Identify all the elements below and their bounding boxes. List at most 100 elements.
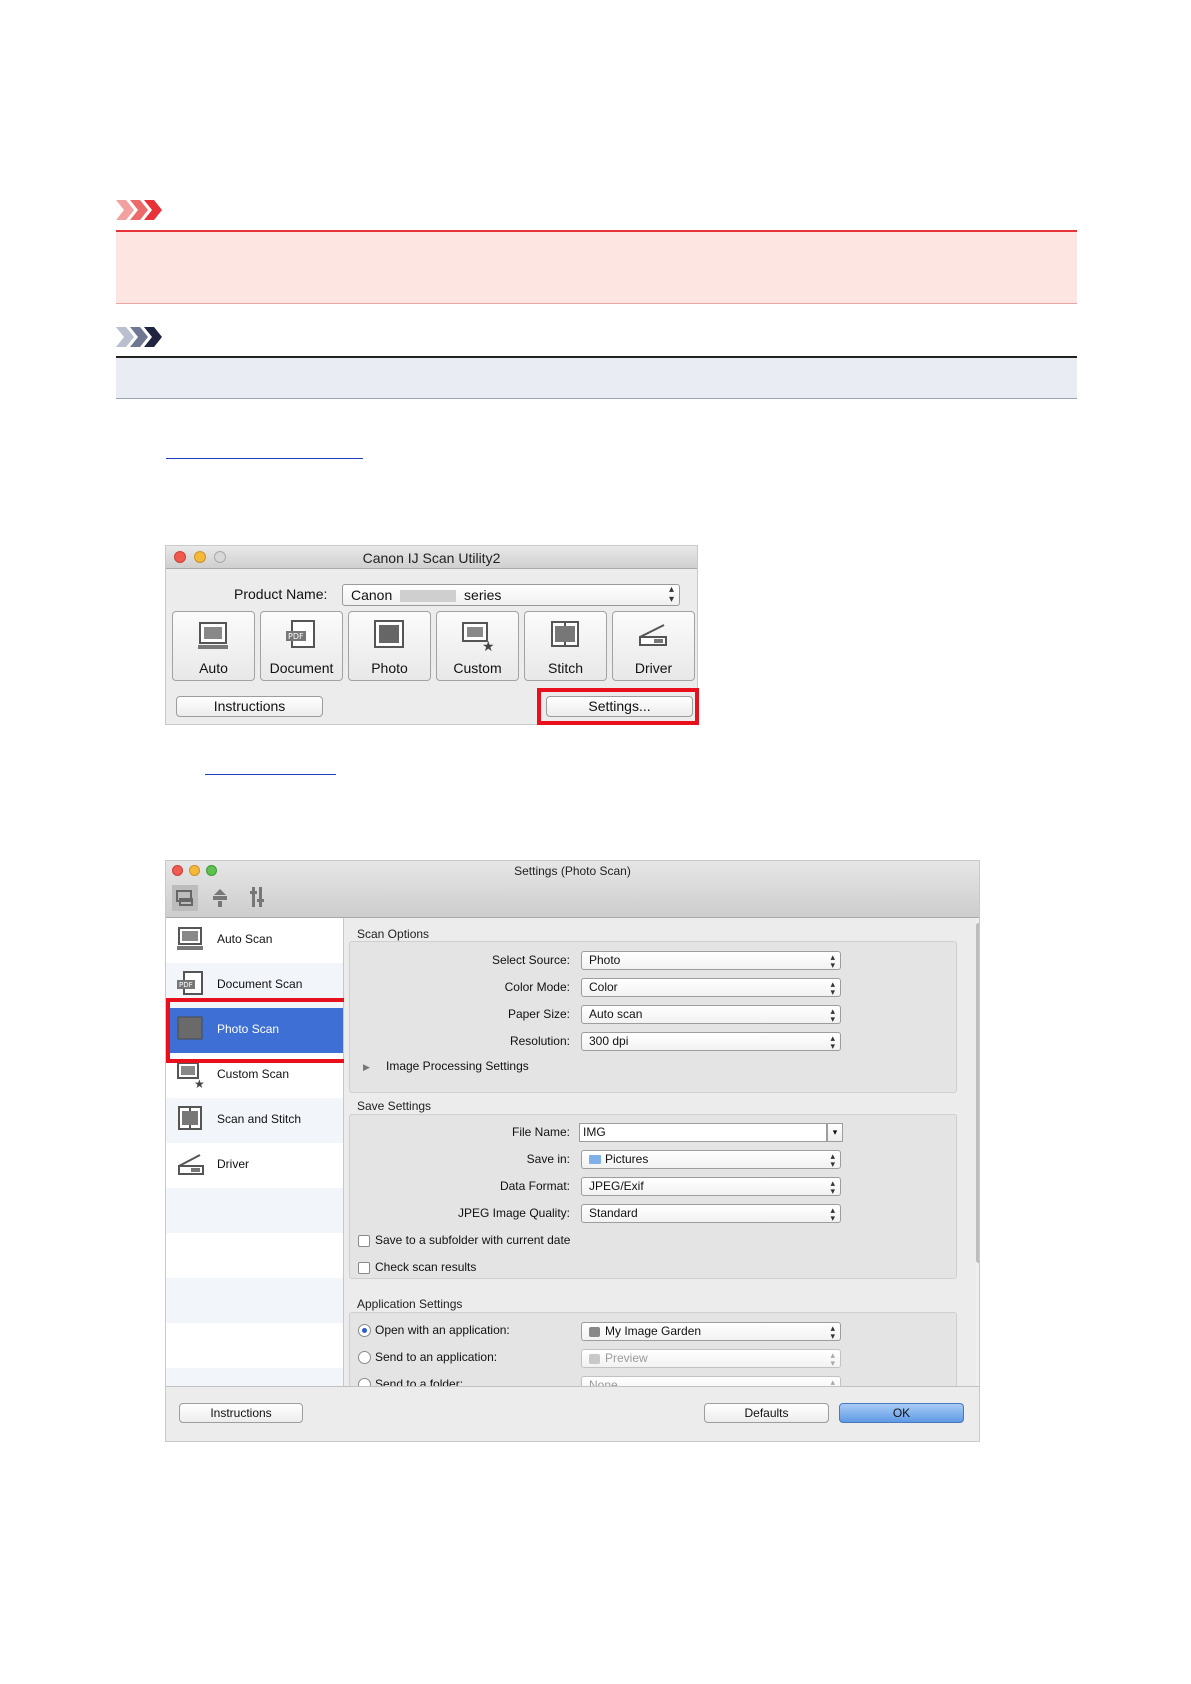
sidebar-label: Scan and Stitch — [217, 1112, 302, 1126]
settings-footer: Instructions Defaults OK — [166, 1386, 979, 1441]
sidebar-item-scan-and-stitch[interactable]: Scan and Stitch — [166, 1098, 343, 1143]
sidebar-label: Auto Scan — [217, 932, 273, 946]
auto-scan-icon — [177, 927, 203, 950]
stitch-button[interactable]: Stitch — [524, 611, 607, 681]
open-with-app-select[interactable]: My Image Garden ▴ ▾ — [581, 1322, 841, 1341]
document-button[interactable]: PDF Document — [260, 611, 343, 681]
stitch-label: Stitch — [547, 660, 583, 676]
svg-text:★: ★ — [194, 1077, 205, 1089]
send-to-folder-radio[interactable] — [358, 1378, 371, 1386]
auto-button[interactable]: Auto — [172, 611, 255, 681]
color-mode-label: Color Mode: — [504, 980, 570, 994]
save-in-select[interactable]: Pictures ▴ ▾ — [581, 1150, 841, 1169]
subfolder-checkbox[interactable] — [358, 1235, 370, 1247]
send-to-folder-select[interactable]: None ▴▾ — [581, 1376, 841, 1386]
popup-arrows-icon: ▴▾ — [830, 1350, 835, 1368]
app-icon — [589, 1353, 600, 1364]
window-title: Canon IJ Scan Utility2 — [362, 550, 501, 566]
general-settings-tab-icon[interactable] — [250, 885, 266, 909]
defaults-button[interactable]: Defaults — [704, 1403, 829, 1423]
resolution-value: 300 dpi — [589, 1034, 629, 1048]
product-value-prefix: Canon — [351, 587, 393, 603]
jpeg-quality-select[interactable]: Standard ▴ ▾ — [581, 1204, 841, 1223]
file-name-dropdown[interactable]: ▾ — [827, 1123, 843, 1142]
application-settings-title: Application Settings — [357, 1297, 463, 1311]
stitch-scan-icon — [551, 621, 579, 647]
disclosure-triangle-icon[interactable]: ▶ — [363, 1062, 370, 1073]
save-in-label: Save in: — [526, 1152, 570, 1166]
scan-from-panel-tab-icon[interactable] — [210, 885, 230, 909]
instructions-button[interactable]: Instructions — [179, 1403, 303, 1423]
popup-arrows-icon: ▴▾ — [830, 1006, 835, 1024]
ok-button[interactable]: OK — [839, 1403, 964, 1423]
select-source-label: Select Source: — [491, 953, 570, 967]
data-format-select[interactable]: JPEG/Exif ▴ ▾ — [581, 1177, 841, 1196]
popup-arrows-icon: ▴▾ — [668, 584, 674, 605]
select-source-select[interactable]: Photo ▴ ▾ — [581, 951, 841, 970]
driver-icon — [178, 1154, 204, 1175]
settings-scrollbar[interactable] — [976, 918, 979, 1386]
product-model-redacted — [400, 590, 457, 603]
custom-scan-icon: ★ — [462, 622, 495, 653]
popup-arrows-icon: ▴▾ — [830, 1323, 835, 1341]
save-settings-title: Save Settings — [357, 1099, 432, 1113]
scan-type-sidebar: Auto Scan PDF Document Scan Photo Scan ★… — [166, 918, 344, 1413]
driver-icon — [639, 624, 667, 646]
link-underline[interactable] — [166, 458, 363, 459]
photo-label: Photo — [371, 660, 408, 676]
custom-button[interactable]: ★ Custom — [436, 611, 519, 681]
settings-highlight — [537, 688, 699, 725]
sidebar-empty-row — [166, 1188, 343, 1233]
data-format-value: JPEG/Exif — [589, 1179, 644, 1193]
file-name-label: File Name: — [511, 1125, 570, 1139]
scrollbar-thumb[interactable] — [976, 923, 979, 1263]
send-to-folder-label: Send to a folder: — [375, 1377, 464, 1386]
photo-scan-highlight — [166, 998, 356, 1063]
product-name-select[interactable]: Canon series ▴ ▾ — [342, 584, 680, 606]
sidebar-empty-row — [166, 1278, 343, 1323]
settings-window: Settings (Photo Scan) Auto Scan PDF Docu… — [165, 860, 980, 1442]
resolution-select[interactable]: 300 dpi ▴ ▾ — [581, 1032, 841, 1051]
popup-arrows-icon: ▴▾ — [830, 1151, 835, 1169]
paper-size-label: Paper Size: — [507, 1007, 570, 1021]
check-results-label: Check scan results — [375, 1260, 477, 1274]
document-scan-icon: PDF — [286, 620, 315, 648]
custom-scan-icon: ★ — [177, 1062, 205, 1089]
sidebar-item-auto-scan[interactable]: Auto Scan — [166, 918, 343, 963]
file-name-input[interactable]: IMG — [579, 1123, 827, 1142]
instructions-button[interactable]: Instructions — [176, 696, 323, 717]
send-to-app-value: Preview — [605, 1351, 648, 1365]
note-icon — [116, 327, 162, 347]
paper-size-select[interactable]: Auto scan ▴ ▾ — [581, 1005, 841, 1024]
send-to-app-radio[interactable] — [358, 1351, 371, 1364]
jpeg-quality-label: JPEG Image Quality: — [457, 1206, 570, 1220]
save-settings-group: File Name: IMG ▾ Save in: Pictures ▴ ▾ Dat… — [349, 1114, 957, 1279]
photo-button[interactable]: Photo — [348, 611, 431, 681]
sidebar-item-driver[interactable]: Driver — [166, 1143, 343, 1188]
title-bar: Settings (Photo Scan) — [166, 861, 979, 918]
jpeg-quality-value: Standard — [589, 1206, 638, 1220]
driver-button[interactable]: Driver — [612, 611, 695, 681]
open-with-app-value: My Image Garden — [605, 1324, 702, 1338]
popup-arrows-icon: ▴▾ — [830, 1205, 835, 1223]
sidebar-empty-row — [166, 1233, 343, 1278]
important-callout — [116, 232, 1077, 304]
sidebar-label: Document Scan — [217, 977, 303, 991]
application-settings-group: Open with an application: My Image Garde… — [349, 1312, 957, 1386]
important-icon — [116, 200, 162, 220]
popup-arrows-icon: ▴▾ — [830, 1377, 835, 1387]
data-format-label: Data Format: — [499, 1179, 570, 1193]
scan-from-computer-tab-icon[interactable] — [172, 885, 198, 911]
color-mode-select[interactable]: Color ▴ ▾ — [581, 978, 841, 997]
paper-size-value: Auto scan — [589, 1007, 643, 1021]
resolution-label: Resolution: — [509, 1034, 570, 1048]
folder-icon — [589, 1155, 601, 1165]
check-results-checkbox[interactable] — [358, 1262, 370, 1274]
scan-options-group: Select Source: Photo ▴ ▾ Color Mode: Color… — [349, 941, 957, 1093]
send-to-app-select[interactable]: Preview ▴ ▾ — [581, 1349, 841, 1368]
svg-text:PDF: PDF — [179, 981, 193, 989]
link-underline[interactable] — [205, 774, 336, 775]
image-processing-settings-toggle[interactable]: Image Processing Settings — [386, 1059, 529, 1073]
open-with-app-radio[interactable] — [358, 1324, 371, 1337]
note-callout — [116, 358, 1077, 399]
